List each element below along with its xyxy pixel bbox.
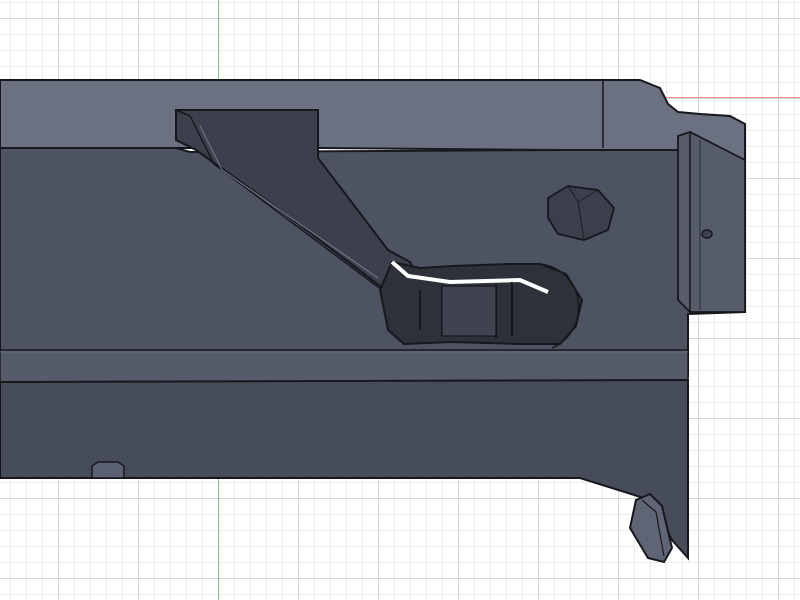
receiver-model[interactable]	[0, 0, 800, 600]
pin-hole[interactable]	[701, 229, 713, 239]
cad-viewport[interactable]	[0, 0, 800, 600]
notch-tab[interactable]	[91, 461, 125, 479]
lower-rail[interactable]	[0, 349, 689, 383]
end-slot[interactable]	[677, 131, 746, 313]
